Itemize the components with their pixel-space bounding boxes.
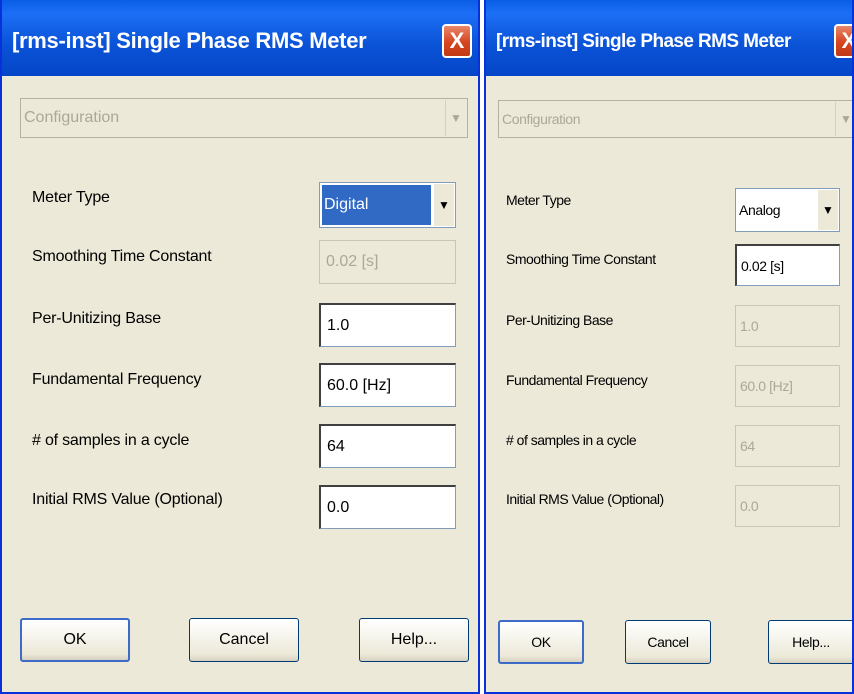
help-button[interactable]: Help... <box>768 620 852 664</box>
fundamental-frequency-field: 60.0 [Hz] <box>735 365 840 407</box>
section-dropdown: Configuration ▼ <box>20 98 468 138</box>
meter-type-value: Digital <box>322 185 431 225</box>
ok-button[interactable]: OK <box>20 618 130 662</box>
samples-per-cycle-field: 64 <box>735 425 840 467</box>
meter-type-dropdown[interactable]: Analog ▼ <box>735 188 840 232</box>
meter-type-dropdown[interactable]: Digital ▼ <box>319 182 456 228</box>
title-bar[interactable]: [rms-inst] Single Phase RMS Meter X <box>486 0 852 76</box>
per-unitizing-base-label: Per-Unitizing Base <box>32 310 161 327</box>
chevron-down-icon: ▼ <box>445 100 466 136</box>
fundamental-frequency-label: Fundamental Frequency <box>506 372 648 388</box>
cancel-button[interactable]: Cancel <box>625 620 711 664</box>
initial-rms-value-field: 0.0 <box>735 485 840 527</box>
meter-type-label: Meter Type <box>32 189 110 206</box>
cancel-button[interactable]: Cancel <box>189 618 299 662</box>
title-bar[interactable]: [rms-inst] Single Phase RMS Meter X <box>2 0 478 76</box>
smoothing-time-constant-label: Smoothing Time Constant <box>506 251 656 267</box>
chevron-down-icon[interactable]: ▼ <box>818 190 838 230</box>
section-dropdown-value: Configuration <box>502 111 581 127</box>
per-unitizing-base-field[interactable]: 1.0 <box>319 303 456 347</box>
meter-type-label: Meter Type <box>506 192 571 208</box>
smoothing-time-constant-field[interactable]: 0.02 [s] <box>735 244 840 286</box>
fundamental-frequency-label: Fundamental Frequency <box>32 371 202 388</box>
chevron-down-icon: ▼ <box>835 102 852 136</box>
smoothing-time-constant-field: 0.02 [s] <box>319 240 456 284</box>
samples-per-cycle-field[interactable]: 64 <box>319 424 456 468</box>
rms-meter-dialog-digital: [rms-inst] Single Phase RMS Meter X Conf… <box>0 0 480 694</box>
meter-type-value: Analog <box>739 202 781 218</box>
per-unitizing-base-label: Per-Unitizing Base <box>506 312 613 328</box>
fundamental-frequency-field[interactable]: 60.0 [Hz] <box>319 363 456 407</box>
close-button[interactable]: X <box>834 24 852 58</box>
section-dropdown: Configuration ▼ <box>498 100 852 138</box>
window-title: [rms-inst] Single Phase RMS Meter <box>496 31 791 52</box>
samples-per-cycle-label: # of samples in a cycle <box>506 432 637 448</box>
chevron-down-icon[interactable]: ▼ <box>434 184 454 226</box>
initial-rms-value-field[interactable]: 0.0 <box>319 485 456 529</box>
initial-rms-value-label: Initial RMS Value (Optional) <box>506 491 664 507</box>
window-title: [rms-inst] Single Phase RMS Meter <box>12 28 367 53</box>
per-unitizing-base-field: 1.0 <box>735 305 840 347</box>
section-dropdown-value: Configuration <box>24 109 120 126</box>
help-button[interactable]: Help... <box>359 618 469 662</box>
close-icon: X <box>449 28 465 53</box>
initial-rms-value-label: Initial RMS Value (Optional) <box>32 491 223 508</box>
samples-per-cycle-label: # of samples in a cycle <box>32 432 190 449</box>
close-button[interactable]: X <box>442 24 472 58</box>
ok-button[interactable]: OK <box>498 620 584 664</box>
smoothing-time-constant-label: Smoothing Time Constant <box>32 248 212 265</box>
close-icon: X <box>842 28 852 53</box>
rms-meter-dialog-analog: [rms-inst] Single Phase RMS Meter X Conf… <box>484 0 854 694</box>
